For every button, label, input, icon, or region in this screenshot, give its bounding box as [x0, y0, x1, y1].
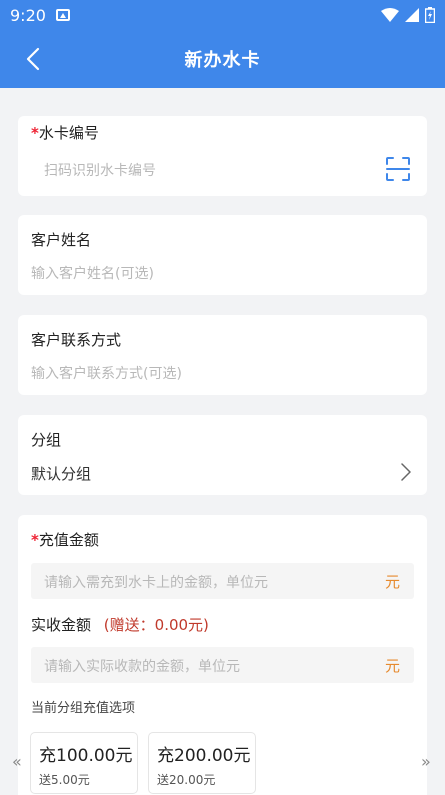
wifi-icon	[381, 8, 399, 22]
page-title: 新办水卡	[184, 50, 261, 71]
group-selector[interactable]: 分组 默认分组	[18, 415, 427, 495]
received-label-text: 实收金额	[31, 616, 92, 634]
group-label: 分组	[31, 431, 62, 449]
battery-icon	[425, 7, 435, 23]
required-mark: *	[31, 531, 39, 549]
recharge-amount-input[interactable]: 请输入需充到水卡上的金额，单位元 元	[31, 563, 414, 599]
received-unit: 元	[384, 657, 400, 675]
customer-contact-input[interactable]: 输入客户联系方式(可选)	[31, 363, 182, 383]
card-number-label: *水卡编号	[31, 122, 99, 143]
status-time: 9:20	[10, 5, 46, 25]
recharge-amount-placeholder: 请输入需充到水卡上的金额，单位元	[44, 575, 268, 591]
option-amount: 充200.00元	[157, 746, 251, 766]
received-label: 实收金额 (赠送：0.00元)	[31, 614, 209, 635]
card-number-input[interactable]: 扫码识别水卡编号	[44, 160, 156, 180]
chevron-left-icon	[26, 47, 40, 71]
required-mark: *	[31, 124, 39, 142]
back-button[interactable]	[18, 42, 48, 76]
card-number-label-text: 水卡编号	[38, 124, 99, 142]
recharge-label-text: 充值金额	[38, 531, 99, 549]
card-number-section: *水卡编号 扫码识别水卡编号	[18, 116, 427, 196]
recharge-unit: 元	[384, 573, 400, 591]
option-bonus: 送20.00元	[157, 773, 216, 787]
customer-name-section: 客户姓名 输入客户姓名(可选)	[18, 215, 427, 295]
group-value: 默认分组	[31, 465, 92, 483]
option-bonus: 送5.00元	[39, 773, 90, 787]
recharge-option[interactable]: 充100.00元 送5.00元	[30, 732, 138, 794]
customer-contact-label: 客户联系方式	[31, 331, 122, 349]
recharge-label: *充值金额	[31, 529, 99, 550]
image-notification-icon	[55, 9, 70, 21]
options-label: 当前分组充值选项	[31, 701, 136, 716]
status-bar: 9:20	[0, 0, 445, 30]
app-header: 新办水卡	[0, 30, 445, 88]
scroll-right-icon[interactable]: »	[421, 752, 431, 771]
recharge-option[interactable]: 充200.00元 送20.00元	[148, 732, 256, 794]
scroll-left-icon[interactable]: «	[12, 752, 22, 771]
chevron-right-icon	[401, 463, 411, 481]
customer-contact-section: 客户联系方式 输入客户联系方式(可选)	[18, 315, 427, 395]
customer-name-label: 客户姓名	[31, 231, 92, 249]
status-icons	[381, 7, 435, 23]
customer-name-input[interactable]: 输入客户姓名(可选)	[31, 263, 154, 283]
gift-amount: (赠送：0.00元)	[103, 616, 209, 634]
received-amount-input[interactable]: 请输入实际收款的金额，单位元 元	[31, 647, 414, 683]
scan-icon[interactable]	[385, 156, 411, 182]
signal-icon	[405, 8, 419, 22]
received-amount-placeholder: 请输入实际收款的金额，单位元	[44, 659, 240, 675]
option-amount: 充100.00元	[39, 746, 133, 766]
